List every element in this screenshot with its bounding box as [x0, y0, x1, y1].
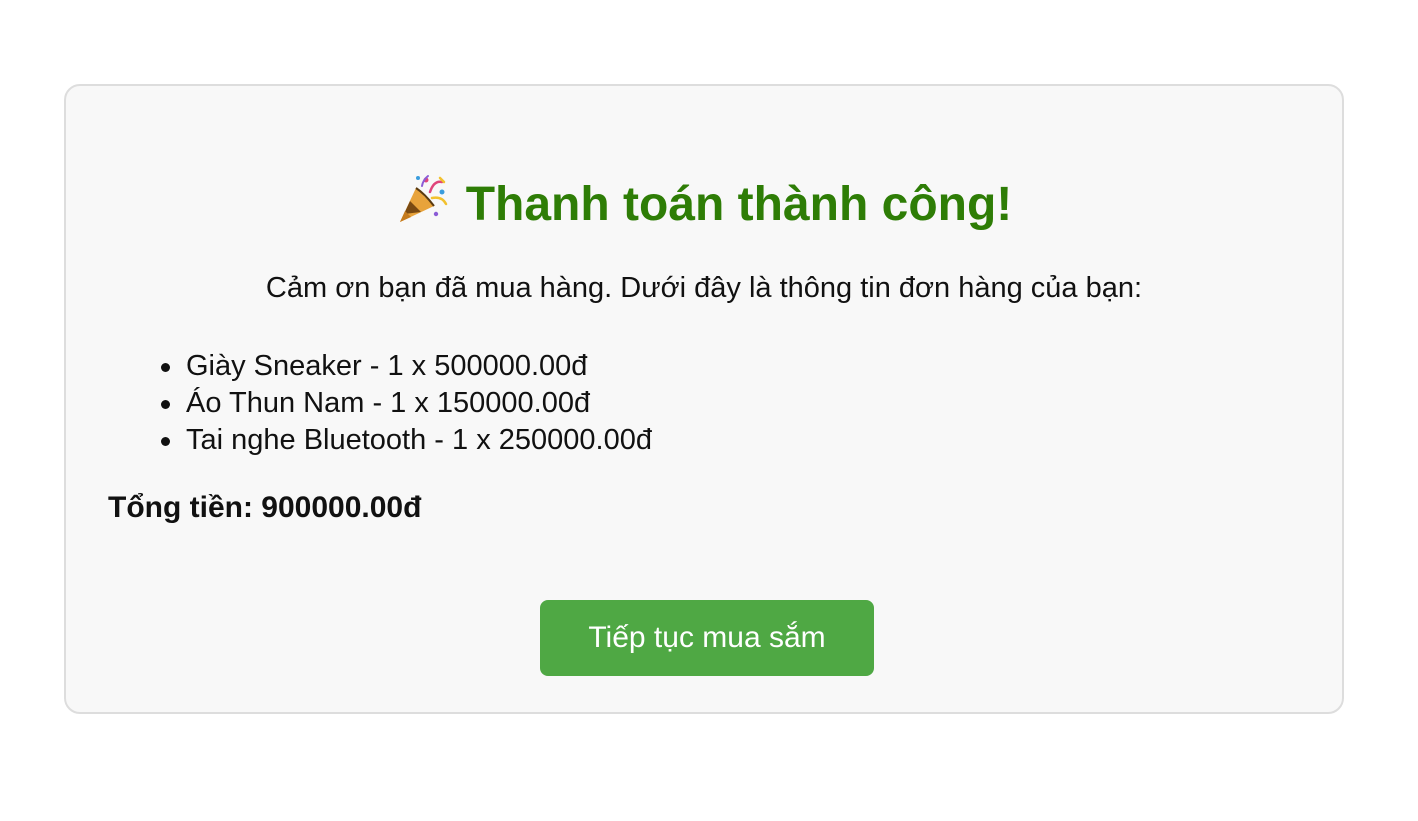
bullet-icon — [161, 400, 170, 409]
list-item: Áo Thun Nam - 1 x 150000.00đ — [161, 385, 652, 422]
list-item: Giày Sneaker - 1 x 500000.00đ — [161, 348, 652, 385]
order-item-text: Áo Thun Nam - 1 x 150000.00đ — [186, 387, 591, 419]
title-text: Thanh toán thành công! — [465, 178, 1013, 231]
continue-shopping-button[interactable]: Tiếp tục mua sắm — [540, 600, 874, 676]
order-success-card: Thanh toán thành công! Cảm ơn bạn đã mua… — [64, 84, 1344, 714]
order-item-text: Giày Sneaker - 1 x 500000.00đ — [186, 350, 588, 382]
order-total: Tổng tiền: 900000.00đ — [108, 491, 422, 524]
party-popper-icon — [399, 175, 447, 222]
bullet-icon — [161, 437, 170, 446]
list-item: Tai nghe Bluetooth - 1 x 250000.00đ — [161, 422, 652, 459]
intro-text: Cảm ơn bạn đã mua hàng. Dưới đây là thôn… — [265, 272, 1143, 304]
bullet-icon — [161, 363, 170, 372]
order-item-list: Giày Sneaker - 1 x 500000.00đ Áo Thun Na… — [161, 348, 652, 459]
page-title: Thanh toán thành công! — [66, 174, 1342, 233]
order-item-text: Tai nghe Bluetooth - 1 x 250000.00đ — [186, 424, 652, 456]
